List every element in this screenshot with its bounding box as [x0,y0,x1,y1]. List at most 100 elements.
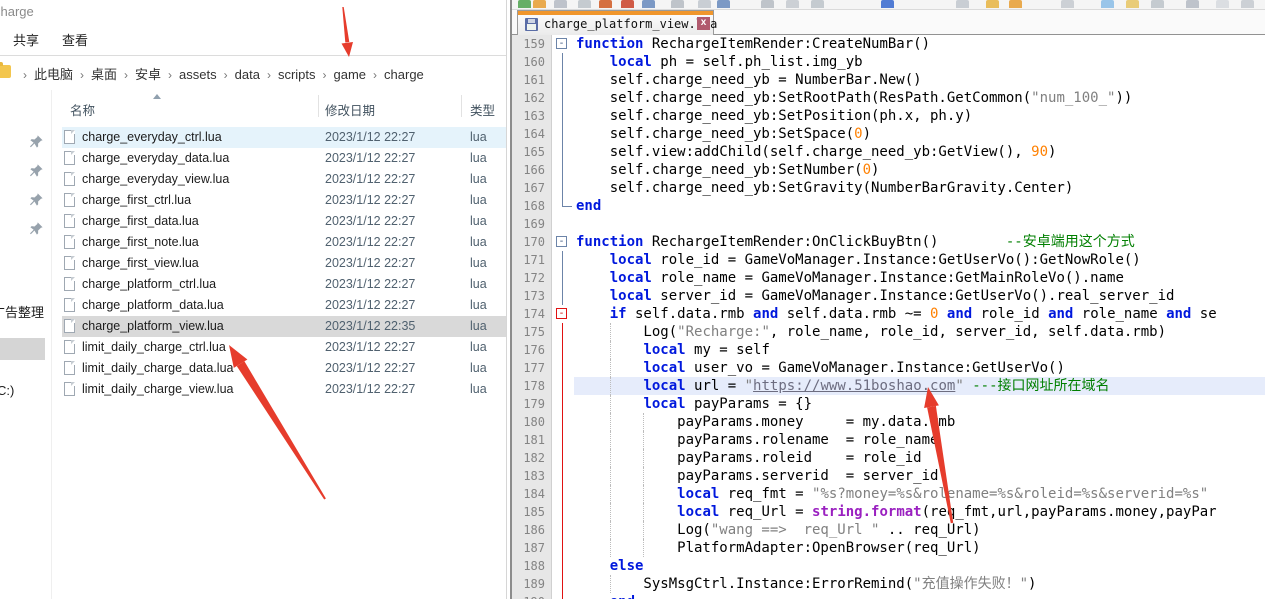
column-header-type[interactable]: 类型 [470,100,495,119]
code-line[interactable]: 171 local role_id = GameVoManager.Instan… [512,251,1265,269]
file-row[interactable]: charge_platform_view.lua2023/1/12 22:35l… [62,316,507,337]
code-line[interactable]: 162 self.charge_need_yb:SetRootPath(ResP… [512,89,1265,107]
file-row[interactable]: charge_first_note.lua2023/1/12 22:27lua [62,232,507,253]
code-text[interactable]: self.charge_need_yb:SetNumber(0) [574,161,1265,179]
breadcrumb-item[interactable]: 安卓 [135,67,161,82]
file-row[interactable]: charge_everyday_data.lua2023/1/12 22:27l… [62,148,507,169]
code-line[interactable]: 169 [512,215,1265,233]
toolbar-icon-fragment[interactable] [1216,0,1229,8]
code-text[interactable]: payParams.serverid = server_id [574,467,1265,485]
code-line[interactable]: 183 payParams.serverid = server_id [512,467,1265,485]
code-text[interactable]: self.view:addChild(self.charge_need_yb:G… [574,143,1265,161]
fold-collapse-icon[interactable]: - [556,308,567,319]
code-text[interactable]: payParams.roleid = role_id [574,449,1265,467]
toolbar-icon-fragment[interactable] [1126,0,1139,8]
tab-charge-platform-view[interactable]: charge_platform_view.lua x [517,10,714,35]
file-row[interactable]: charge_first_view.lua2023/1/12 22:27lua [62,253,507,274]
toolbar-icon-fragment[interactable] [698,0,711,8]
breadcrumb-item[interactable]: game [334,67,367,82]
breadcrumb-item[interactable]: scripts [278,67,316,82]
toolbar-icon-fragment[interactable] [811,0,824,8]
code-text[interactable]: local payParams = {} [574,395,1265,413]
code-line[interactable]: 179 local payParams = {} [512,395,1265,413]
breadcrumb-item[interactable]: 桌面 [91,67,117,82]
breadcrumb-item[interactable]: assets [179,67,217,82]
code-line[interactable]: 188 else [512,557,1265,575]
code-text[interactable] [574,215,1265,233]
sidebar-item-ad-folder[interactable]: 广告整理 [0,302,44,321]
code-text[interactable]: local user_vo = GameVoManager.Instance:G… [574,359,1265,377]
code-text[interactable]: local my = self [574,341,1265,359]
code-text[interactable]: PlatformAdapter:OpenBrowser(req_Url) [574,539,1265,557]
toolbar-icon-fragment[interactable] [881,0,894,8]
file-row[interactable]: limit_daily_charge_ctrl.lua2023/1/12 22:… [62,337,507,358]
code-text[interactable]: if self.data.rmb and self.data.rmb ~= 0 … [574,305,1265,323]
toolbar-icon-fragment[interactable] [1009,0,1022,8]
toolbar-icon-fragment[interactable] [1061,0,1074,8]
code-line[interactable]: 187 PlatformAdapter:OpenBrowser(req_Url) [512,539,1265,557]
column-header-name[interactable]: 名称 [70,100,95,119]
code-line[interactable]: 166 self.charge_need_yb:SetNumber(0) [512,161,1265,179]
toolbar-icon-fragment[interactable] [1101,0,1114,8]
code-line[interactable]: 164 self.charge_need_yb:SetSpace(0) [512,125,1265,143]
code-text[interactable]: SysMsgCtrl.Instance:ErrorRemind("充值操作失败！… [574,575,1265,593]
file-row[interactable]: charge_first_data.lua2023/1/12 22:27lua [62,211,507,232]
code-text[interactable]: self.charge_need_yb:SetSpace(0) [574,125,1265,143]
code-line[interactable]: 181 payParams.rolename = role_name [512,431,1265,449]
toolbar-icon-fragment[interactable] [554,0,567,8]
toolbar-icon-fragment[interactable] [786,0,799,8]
code-line[interactable]: 165 self.view:addChild(self.charge_need_… [512,143,1265,161]
code-line[interactable]: 174- if self.data.rmb and self.data.rmb … [512,305,1265,323]
code-line[interactable]: 184 local req_fmt = "%s?money=%s&rolenam… [512,485,1265,503]
code-text[interactable]: local role_id = GameVoManager.Instance:G… [574,251,1265,269]
code-line[interactable]: 180 payParams.money = my.data.rmb [512,413,1265,431]
sidebar-item-selected[interactable] [0,338,45,360]
file-row[interactable]: limit_daily_charge_data.lua2023/1/12 22:… [62,358,507,379]
toolbar-icon-fragment[interactable] [1151,0,1164,8]
code-text[interactable]: Log("wang ==> req_Url " .. req_Url) [574,521,1265,539]
toolbar-icon-fragment[interactable] [671,0,684,8]
code-text[interactable]: local ph = self.ph_list.img_yb [574,53,1265,71]
code-text[interactable]: local req_fmt = "%s?money=%s&rolename=%s… [574,485,1265,503]
file-row[interactable]: charge_everyday_view.lua2023/1/12 22:27l… [62,169,507,190]
code-line[interactable]: 189 SysMsgCtrl.Instance:ErrorRemind("充值操… [512,575,1265,593]
toolbar-icon-fragment[interactable] [1241,0,1254,8]
code-line[interactable]: 172 local role_name = GameVoManager.Inst… [512,269,1265,287]
breadcrumb-item[interactable]: charge [384,67,424,82]
code-text[interactable]: local req_Url = string.format(req_fmt,ur… [574,503,1265,521]
toolbar-icon-fragment[interactable] [642,0,655,8]
toolbar-icon-fragment[interactable] [761,0,774,8]
fold-collapse-icon[interactable]: - [556,236,567,247]
code-text[interactable]: self.charge_need_yb:SetRootPath(ResPath.… [574,89,1265,107]
file-row[interactable]: charge_platform_data.lua2023/1/12 22:27l… [62,295,507,316]
column-header-date[interactable]: 修改日期 [325,100,375,119]
code-line[interactable]: 190 end [512,593,1265,599]
breadcrumb-item[interactable]: 此电脑 [34,67,73,82]
url-link[interactable]: https://www.51boshao.com [753,378,955,394]
fold-collapse-icon[interactable]: - [556,38,567,49]
file-row[interactable]: limit_daily_charge_view.lua2023/1/12 22:… [62,379,507,400]
ribbon-tab-view[interactable]: 查看 [62,30,88,49]
code-line[interactable]: 167 self.charge_need_yb:SetGravity(Numbe… [512,179,1265,197]
toolbar-icon-fragment[interactable] [717,0,730,8]
code-text[interactable]: local role_name = GameVoManager.Instance… [574,269,1265,287]
code-line[interactable]: 160 local ph = self.ph_list.img_yb [512,53,1265,71]
code-text-current-line[interactable]: local url = "https://www.51boshao.com" -… [574,377,1265,395]
code-line[interactable]: 175 Log("Recharge:", role_name, role_id,… [512,323,1265,341]
file-row[interactable]: charge_everyday_ctrl.lua2023/1/12 22:27l… [62,127,507,148]
sidebar-item-drive-c[interactable]: C:) [0,383,14,398]
code-line[interactable]: 170-function RechargeItemRender:OnClickB… [512,233,1265,251]
code-line[interactable]: 163 self.charge_need_yb:SetPosition(ph.x… [512,107,1265,125]
toolbar-icon-fragment[interactable] [986,0,999,8]
code-text[interactable]: payParams.money = my.data.rmb [574,413,1265,431]
code-text[interactable]: payParams.rolename = role_name [574,431,1265,449]
code-line[interactable]: 176 local my = self [512,341,1265,359]
code-text[interactable]: local server_id = GameVoManager.Instance… [574,287,1265,305]
code-line[interactable]: 173 local server_id = GameVoManager.Inst… [512,287,1265,305]
code-text[interactable]: self.charge_need_yb:SetGravity(NumberBar… [574,179,1265,197]
code-line[interactable]: 185 local req_Url = string.format(req_fm… [512,503,1265,521]
toolbar-icon-fragment[interactable] [518,0,531,8]
toolbar-icon-fragment[interactable] [578,0,591,8]
code-line[interactable]: 159-function RechargeItemRender:CreateNu… [512,35,1265,53]
code-text[interactable]: end [574,197,1265,215]
